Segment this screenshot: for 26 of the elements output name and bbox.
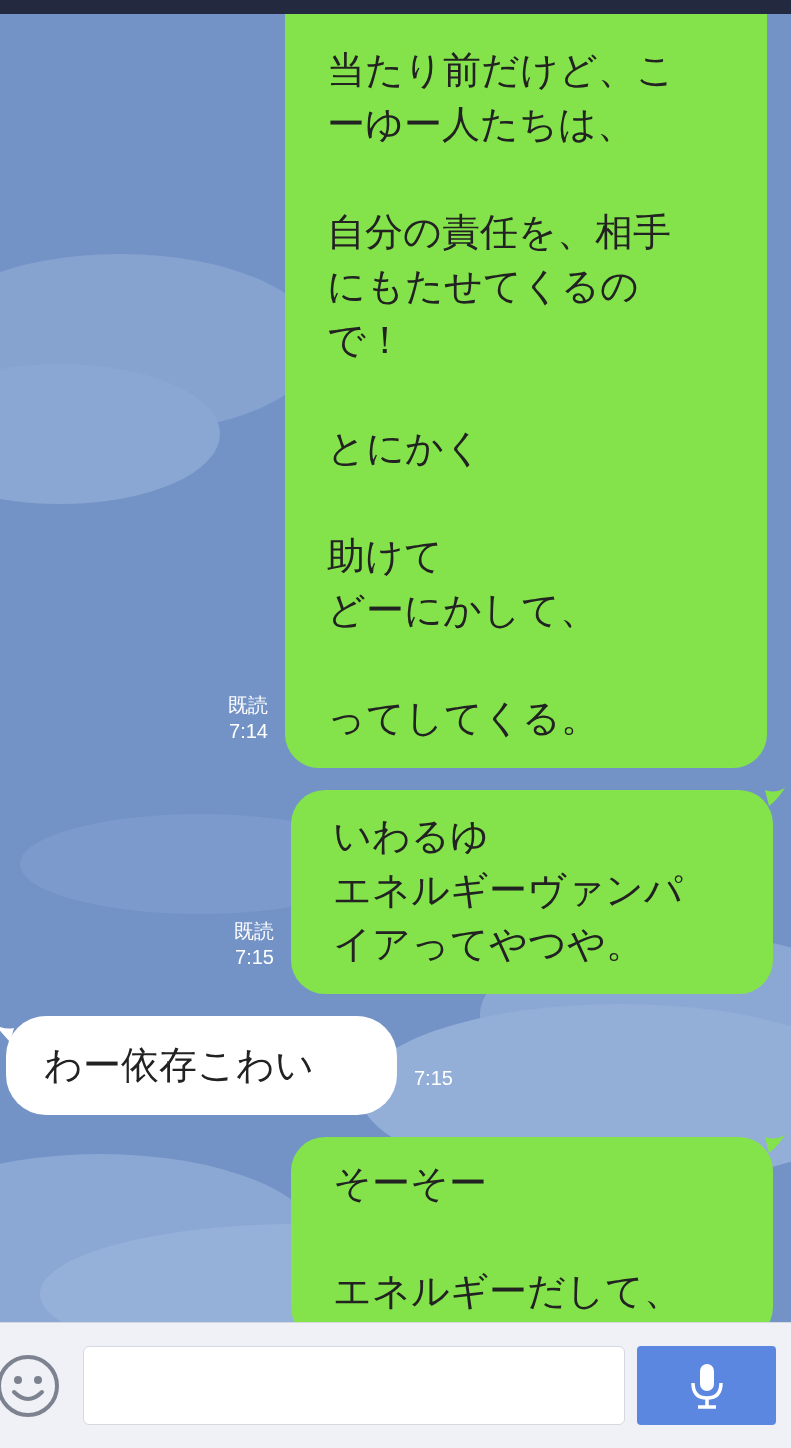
message-text: にもたせてくるの <box>327 264 639 309</box>
message-time: 7:14 <box>228 719 268 744</box>
message-text: 自分の責任を、相手 <box>327 210 671 255</box>
message-text: エネルギーヴァンパ <box>333 868 683 913</box>
message-text: そーそー <box>333 1161 487 1206</box>
message-text: ってしてくる。 <box>327 696 599 741</box>
read-receipt: 既読 <box>234 919 274 944</box>
message-text: ーゆー人たちは、 <box>327 102 635 147</box>
microphone-button[interactable] <box>637 1346 776 1425</box>
message-text: わー依存こわい <box>44 1043 314 1088</box>
message-text: エネルギーだして、 <box>333 1269 682 1314</box>
message-text: とにかく <box>327 426 483 471</box>
message-time: 7:15 <box>414 1066 453 1091</box>
bubble-tail <box>765 788 785 808</box>
message-input-field[interactable] <box>83 1346 625 1425</box>
message-text: 助けて <box>327 534 443 579</box>
message-text: で！ <box>327 318 404 363</box>
read-receipt: 既読 <box>228 693 268 718</box>
microphone-icon <box>688 1362 725 1409</box>
message-text: 当たり前だけど、こ <box>327 48 675 93</box>
bubble-tail <box>765 1135 785 1155</box>
message-text: いわるゆ <box>333 814 489 859</box>
message-time: 7:15 <box>234 945 274 970</box>
emoji-icon[interactable] <box>0 1353 60 1418</box>
message-text: イアってやつや。 <box>333 922 644 967</box>
message-text: どーにかして、 <box>327 588 598 633</box>
